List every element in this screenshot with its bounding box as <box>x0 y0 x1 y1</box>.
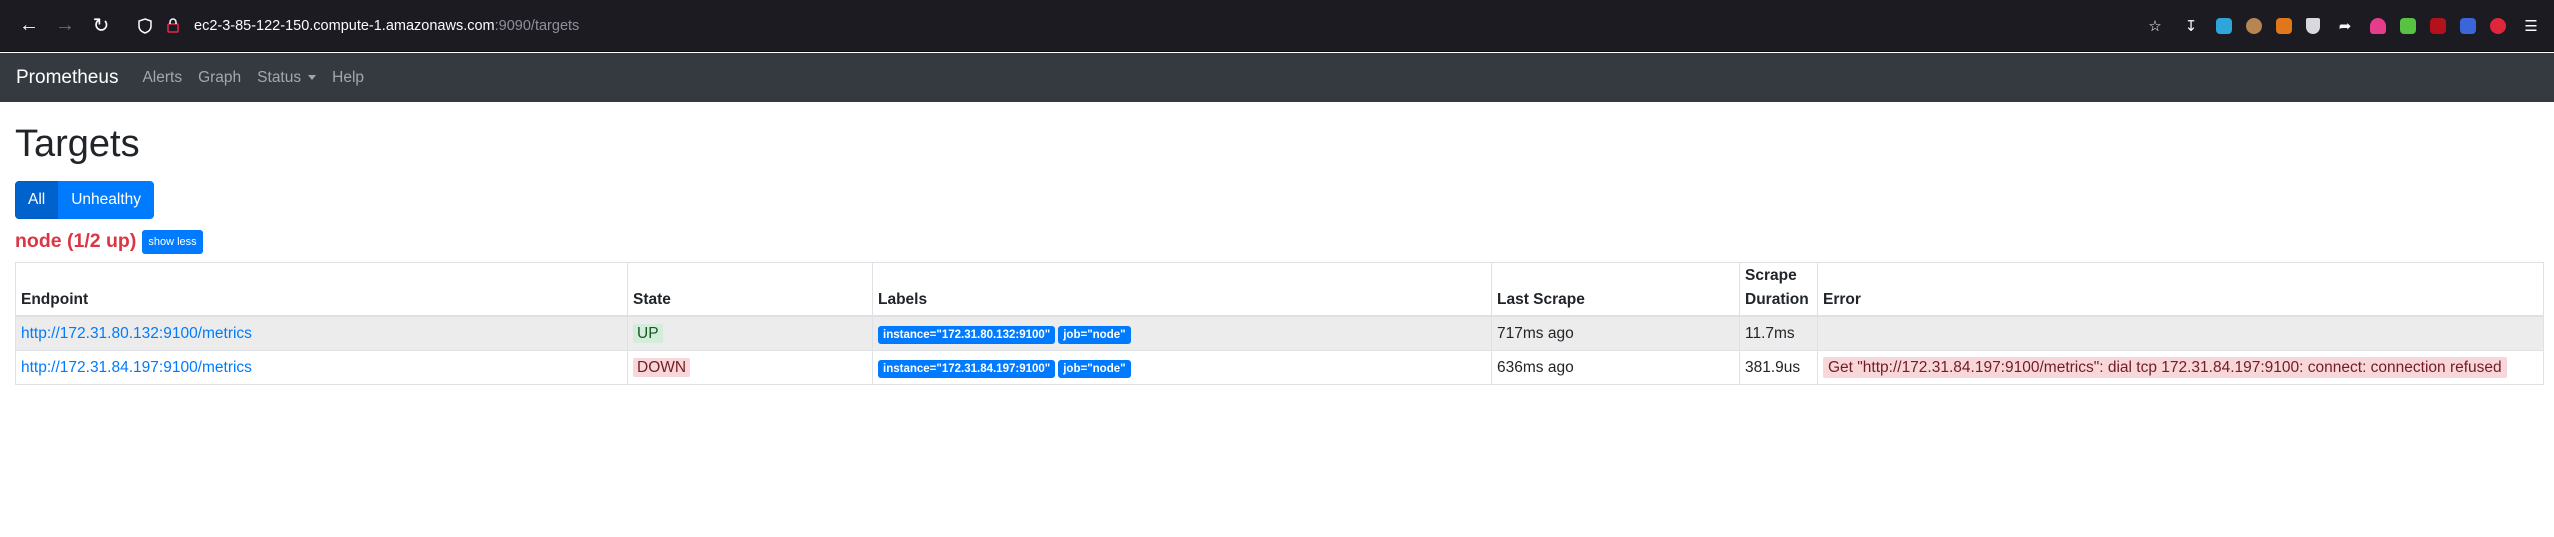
label-badge-job: job="node" <box>1058 359 1131 378</box>
browser-toolbar: ← → ↻ ec2-3-85-122-150.compute-1.amazona… <box>0 0 2554 52</box>
header-last-scrape: Last Scrape <box>1491 261 1740 317</box>
cell-labels: instance="172.31.84.197:9100" job="node" <box>872 349 1492 385</box>
back-icon[interactable]: ← <box>12 9 46 43</box>
cell-state: DOWN <box>627 349 873 385</box>
show-less-button[interactable]: show less <box>142 229 203 254</box>
cell-duration: 381.9us <box>1739 349 1818 385</box>
cell-last-scrape: 636ms ago <box>1491 349 1740 385</box>
save-extension-icon[interactable] <box>2216 17 2232 34</box>
cell-error: Get "http://172.31.84.197:9100/metrics":… <box>1817 349 2544 385</box>
header-scrape-duration: Scrape Duration <box>1739 261 1818 317</box>
shield-icon[interactable] <box>134 15 156 37</box>
table-header-row: Endpoint State Labels Last Scrape Scrape… <box>15 261 2544 317</box>
bookmark-star-icon[interactable]: ☆ <box>2144 15 2166 37</box>
nav-status-label: Status <box>257 68 302 86</box>
blue-extension-icon[interactable] <box>2460 17 2476 34</box>
status-badge: UP <box>633 323 663 343</box>
cell-last-scrape: 717ms ago <box>1491 315 1740 351</box>
filter-unhealthy-button[interactable]: Unhealthy <box>58 180 155 219</box>
job-title[interactable]: node (1/2 up) <box>15 230 136 253</box>
filter-button-group: All Unhealthy <box>15 180 2539 219</box>
header-error: Error <box>1817 261 2544 317</box>
forward-icon[interactable]: → <box>48 9 82 43</box>
share-arrow-icon[interactable]: ➦ <box>2334 15 2356 37</box>
ghost-extension-icon[interactable] <box>2370 17 2386 34</box>
header-state: State <box>627 261 873 317</box>
url-host: ec2-3-85-122-150.compute-1.amazonaws.com <box>194 17 495 34</box>
url-path: :9090/targets <box>494 17 580 34</box>
cell-duration: 11.7ms <box>1739 315 1818 351</box>
targets-table: Endpoint State Labels Last Scrape Scrape… <box>15 261 2544 385</box>
metamask-icon[interactable] <box>2276 17 2292 34</box>
error-message: Get "http://172.31.84.197:9100/metrics":… <box>1823 356 2507 378</box>
url-bar[interactable]: ec2-3-85-122-150.compute-1.amazonaws.com… <box>124 7 2132 44</box>
nav-alerts[interactable]: Alerts <box>142 69 182 87</box>
header-endpoint: Endpoint <box>15 261 628 317</box>
endpoint-link[interactable]: http://172.31.80.132:9100/metrics <box>21 325 252 342</box>
nav-help[interactable]: Help <box>332 69 364 87</box>
cell-state: UP <box>627 315 873 351</box>
label-badge-instance: instance="172.31.84.197:9100" <box>878 359 1056 378</box>
status-badge: DOWN <box>633 357 691 377</box>
header-labels: Labels <box>872 261 1492 317</box>
header-duration-label: Duration <box>1745 290 1809 308</box>
monkey-extension-icon[interactable] <box>2246 17 2262 34</box>
green-extension-icon[interactable] <box>2400 17 2416 34</box>
cell-endpoint: http://172.31.84.197:9100/metrics <box>15 349 628 385</box>
header-scrape-label: Scrape <box>1745 266 1797 284</box>
reload-icon[interactable]: ↻ <box>84 9 118 43</box>
label-badge-job: job="node" <box>1058 325 1131 344</box>
ublock-icon[interactable] <box>2430 17 2446 34</box>
video-extension-icon[interactable] <box>2490 17 2506 34</box>
table-row: http://172.31.80.132:9100/metrics UP ins… <box>15 315 2544 351</box>
page-content: Targets All Unhealthy node (1/2 up) show… <box>0 122 2554 385</box>
brand-link[interactable]: Prometheus <box>16 67 118 89</box>
app-navbar: Prometheus Alerts Graph Status Help <box>0 53 2554 102</box>
cell-endpoint: http://172.31.80.132:9100/metrics <box>15 315 628 351</box>
url-text: ec2-3-85-122-150.compute-1.amazonaws.com… <box>194 18 579 34</box>
cell-labels: instance="172.31.80.132:9100" job="node" <box>872 315 1492 351</box>
menu-icon[interactable]: ☰ <box>2520 15 2542 37</box>
download-icon[interactable]: ↧ <box>2180 15 2202 37</box>
filter-all-button[interactable]: All <box>15 180 59 219</box>
nav-graph[interactable]: Graph <box>198 69 241 87</box>
job-header: node (1/2 up) show less <box>15 229 2539 254</box>
lock-icon[interactable] <box>162 15 184 37</box>
shield-extension-icon[interactable] <box>2306 17 2320 34</box>
endpoint-link[interactable]: http://172.31.84.197:9100/metrics <box>21 359 252 376</box>
page-title: Targets <box>15 123 140 165</box>
chevron-down-icon <box>308 75 317 80</box>
label-badge-instance: instance="172.31.80.132:9100" <box>878 325 1056 344</box>
nav-status-dropdown[interactable]: Status <box>257 68 317 87</box>
browser-extensions: ☆ ↧ ➦ ☰ <box>2144 15 2542 37</box>
cell-error <box>1817 315 2544 351</box>
table-row: http://172.31.84.197:9100/metrics DOWN i… <box>15 349 2544 385</box>
